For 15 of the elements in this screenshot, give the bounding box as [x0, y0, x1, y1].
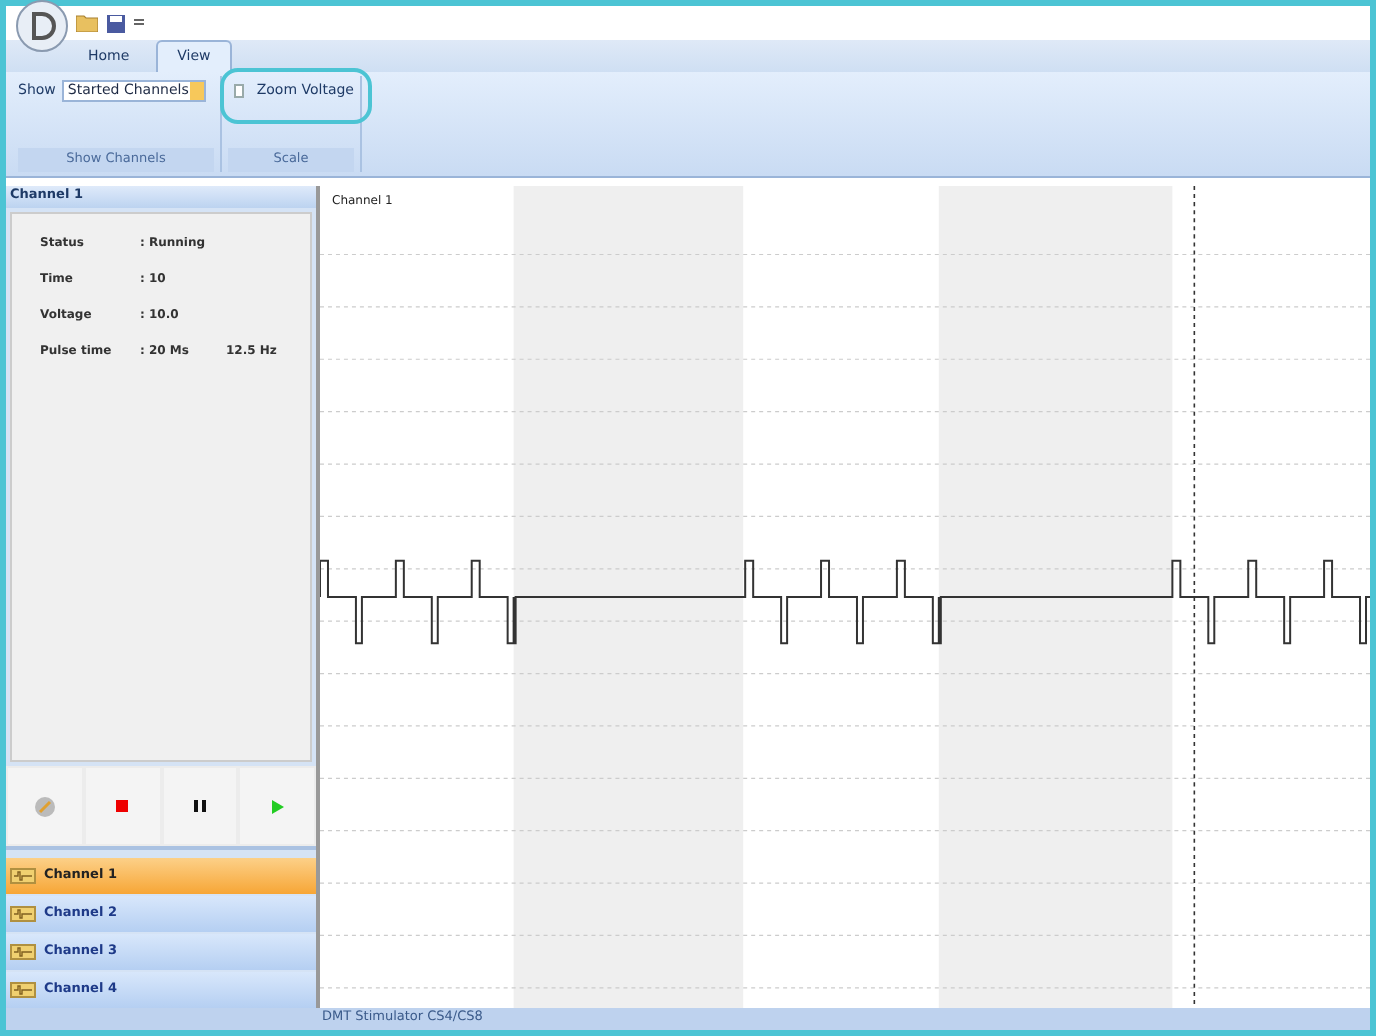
app-logo-icon[interactable] [16, 0, 68, 52]
channel-icon [10, 982, 36, 998]
channel-icon [10, 944, 36, 960]
stop-button[interactable] [85, 768, 159, 844]
channel-icon [10, 868, 36, 884]
pause-icon [193, 800, 206, 812]
settings-icon [33, 795, 56, 817]
play-icon [271, 799, 284, 813]
save-icon[interactable] [106, 13, 126, 33]
checkbox[interactable] [234, 84, 245, 98]
stop-icon [116, 800, 129, 812]
folder-icon[interactable] [76, 14, 98, 32]
dropdown-icon[interactable] [134, 18, 144, 28]
channel-icon [10, 906, 36, 922]
cursor-line[interactable] [1193, 186, 1196, 1008]
